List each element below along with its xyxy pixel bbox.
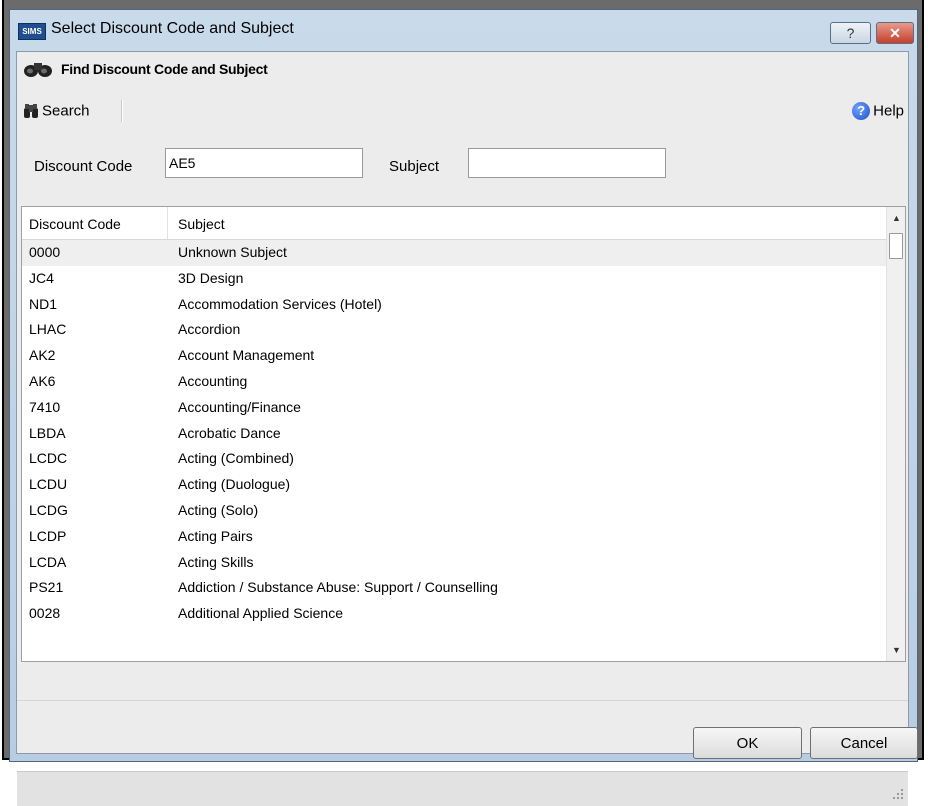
cell-discount-code: LCDP: [29, 527, 67, 544]
cell-subject: Accounting/Finance: [178, 398, 301, 415]
table-row[interactable]: LBDA Acrobatic Dance: [22, 421, 886, 447]
discount-code-label: Discount Code: [34, 158, 133, 175]
table-row[interactable]: AK6 Accounting: [22, 369, 886, 395]
cell-discount-code: LCDU: [29, 476, 68, 493]
dialog-window: SIMS Select Discount Code and Subject ? …: [9, 9, 918, 806]
table-row[interactable]: LCDP Acting Pairs: [22, 524, 886, 550]
discount-code-input[interactable]: [165, 148, 363, 178]
cell-subject: Acrobatic Dance: [178, 424, 281, 441]
scroll-up-arrow-icon[interactable]: ▲: [887, 209, 905, 227]
cell-discount-code: LCDA: [29, 553, 67, 570]
results-grid: Discount Code Subject 0000 Unknown Subjec…: [21, 206, 906, 662]
search-binoculars-icon: [24, 104, 38, 119]
table-row[interactable]: ND1 Accommodation Services (Hotel): [22, 292, 886, 318]
cell-subject: Accounting: [178, 372, 248, 389]
table-row[interactable]: LCDA Acting Skills: [22, 550, 886, 576]
cell-discount-code: LCDC: [29, 450, 68, 467]
dialog-client-area: Find Discount Code and Subject Search ? H…: [16, 51, 918, 806]
table-row[interactable]: PS21 Addiction / Substance Abuse: Support…: [22, 575, 886, 601]
filter-row: Discount Code Subject: [17, 148, 908, 182]
cell-discount-code: 0000: [29, 244, 61, 260]
table-row[interactable]: 0000 Unknown Subject: [22, 240, 886, 266]
table-row[interactable]: AK2 Account Management: [22, 343, 886, 369]
help-link-label: Help: [873, 102, 904, 120]
table-row[interactable]: LCDG Acting (Solo): [22, 498, 886, 524]
divider: [17, 700, 908, 701]
cell-discount-code: 7410: [29, 398, 61, 415]
subject-input[interactable]: [468, 148, 666, 178]
table-row[interactable]: 7410 Accounting/Finance: [22, 395, 886, 421]
cell-discount-code: LCDG: [29, 501, 68, 518]
cell-subject: 3D Design: [178, 269, 244, 286]
table-row[interactable]: JC4 3D Design: [22, 266, 886, 292]
window-title: Select Discount Code and Subject: [51, 20, 294, 37]
subject-label: Subject: [389, 158, 440, 175]
cell-subject: Acting (Solo): [178, 501, 259, 518]
cell-subject: Additional Applied Science: [178, 605, 344, 622]
column-header-subject[interactable]: Subject: [168, 207, 886, 239]
title-help-button[interactable]: ?: [830, 22, 871, 44]
cell-discount-code: AK2: [29, 347, 56, 364]
cell-subject: Addiction / Substance Abuse: Support / C…: [178, 579, 498, 596]
panel-title: Find Discount Code and Subject: [61, 61, 268, 77]
cell-subject: Acting Pairs: [178, 527, 253, 544]
grid-header: Discount Code Subject: [22, 207, 886, 240]
cell-discount-code: 0028: [29, 605, 61, 622]
cell-subject: Acting Skills: [178, 553, 254, 570]
binoculars-icon: [24, 63, 52, 77]
cell-discount-code: AK6: [29, 372, 56, 389]
vertical-scrollbar[interactable]: ▲ ▼: [886, 207, 905, 661]
cell-subject: Accommodation Services (Hotel): [178, 295, 382, 312]
scroll-thumb[interactable]: [889, 233, 903, 259]
table-row[interactable]: LHAC Accordion: [22, 317, 886, 343]
ok-button[interactable]: OK: [693, 727, 802, 759]
cell-discount-code: PS21: [29, 579, 64, 596]
panel-header: Find Discount Code and Subject: [17, 52, 908, 86]
resize-grip-icon[interactable]: [892, 788, 904, 800]
toolbar: Search ? Help: [17, 94, 908, 124]
cell-subject: Acting (Combined): [178, 450, 294, 467]
scroll-down-arrow-icon[interactable]: ▼: [887, 641, 905, 659]
toolbar-separator: [121, 100, 123, 122]
title-bar[interactable]: SIMS Select Discount Code and Subject ? …: [10, 10, 917, 52]
cell-discount-code: ND1: [29, 295, 58, 312]
close-button[interactable]: ✕: [876, 22, 914, 44]
cell-subject: Acting (Duologue): [178, 476, 291, 493]
cell-subject: Unknown Subject: [178, 244, 287, 260]
help-icon: ?: [852, 102, 871, 121]
search-button[interactable]: Search: [23, 99, 98, 121]
sims-app-icon: SIMS: [18, 23, 46, 40]
search-button-label: Search: [42, 102, 90, 120]
cell-subject: Accordion: [178, 321, 241, 338]
grid-rows: 0000 Unknown Subject JC4 3D Design ND1 Accomm…: [22, 240, 886, 627]
cancel-button[interactable]: Cancel: [810, 727, 918, 759]
cell-discount-code: JC4: [29, 269, 54, 286]
table-row[interactable]: LCDU Acting (Duologue): [22, 472, 886, 498]
cell-subject: Account Management: [178, 347, 315, 364]
cell-discount-code: LBDA: [29, 424, 66, 441]
column-header-discount-code[interactable]: Discount Code: [22, 207, 168, 239]
help-link[interactable]: ? Help: [852, 99, 904, 121]
cell-discount-code: LHAC: [29, 321, 67, 338]
status-bar: [17, 771, 908, 806]
table-row[interactable]: LCDC Acting (Combined): [22, 446, 886, 472]
table-row[interactable]: 0028 Additional Applied Science: [22, 601, 886, 627]
